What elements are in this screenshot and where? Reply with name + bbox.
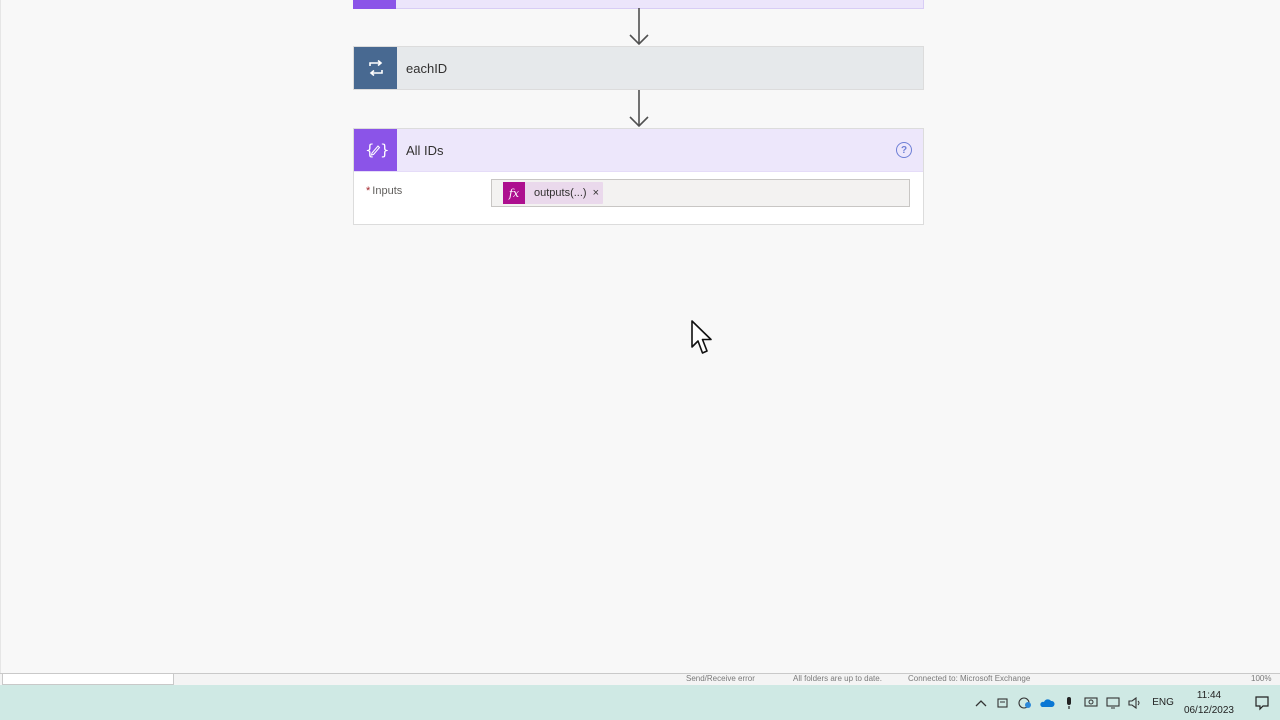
help-icon[interactable]: ? [896,142,912,158]
remove-token-icon[interactable]: × [593,187,599,199]
previous-action-icon-strip [353,0,396,9]
loop-icon [354,47,397,89]
fx-icon: fx [503,182,525,204]
system-tray: ENG 11:44 06/12/2023 [970,685,1280,720]
compose-action-card[interactable]: {} All IDs ? *Inputs fx outputs(...) × [353,128,924,225]
compose-card-header[interactable]: {} All IDs ? [354,129,923,172]
microphone-icon[interactable] [1059,693,1079,713]
inputs-field-label: * Inputs [366,185,403,197]
svg-text:}: } [380,141,388,159]
notification-center-icon[interactable] [1252,693,1272,713]
apply-to-each-card[interactable]: eachID [353,46,924,90]
clock-time: 11:44 [1196,689,1222,701]
inputs-field[interactable]: fx outputs(...) × [491,179,910,207]
connector-arrow-icon [627,8,651,46]
language-indicator[interactable]: ENG [1152,697,1174,708]
send-receive-error-text[interactable]: Send/Receive error [686,674,755,683]
chevron-up-icon[interactable] [971,693,991,713]
onedrive-icon[interactable] [1037,693,1057,713]
svg-text:{: { [365,141,375,159]
display-icon[interactable] [1103,693,1123,713]
flow-designer-canvas: eachID {} All IDs ? *Inputs fx outputs(.… [0,0,1280,675]
connector-arrow-icon [627,90,651,128]
compose-braces-icon: {} [354,129,397,171]
network-cloud-icon[interactable] [1015,693,1035,713]
remote-desktop-icon[interactable] [1081,693,1101,713]
clock-date: 06/12/2023 [1183,704,1234,716]
inputs-field-row: * Inputs fx outputs(...) × [354,179,923,209]
mouse-pointer-icon [691,320,715,361]
status-dropdown[interactable] [2,674,174,685]
teams-icon[interactable] [993,693,1013,713]
compose-card-title[interactable]: All IDs [406,143,444,158]
zoom-level-text: 100% [1251,674,1272,683]
taskbar-clock[interactable]: 11:44 06/12/2023 [1184,688,1234,718]
apply-to-each-title[interactable]: eachID [406,61,447,76]
expression-token-label: outputs(...) [534,187,587,199]
connection-status-text: Connected to: Microsoft Exchange [908,674,1031,683]
folders-status-text: All folders are up to date. [793,674,882,683]
windows-taskbar: ENG 11:44 06/12/2023 [0,685,1280,720]
speaker-icon[interactable] [1125,693,1145,713]
expression-token[interactable]: fx outputs(...) × [503,182,604,204]
